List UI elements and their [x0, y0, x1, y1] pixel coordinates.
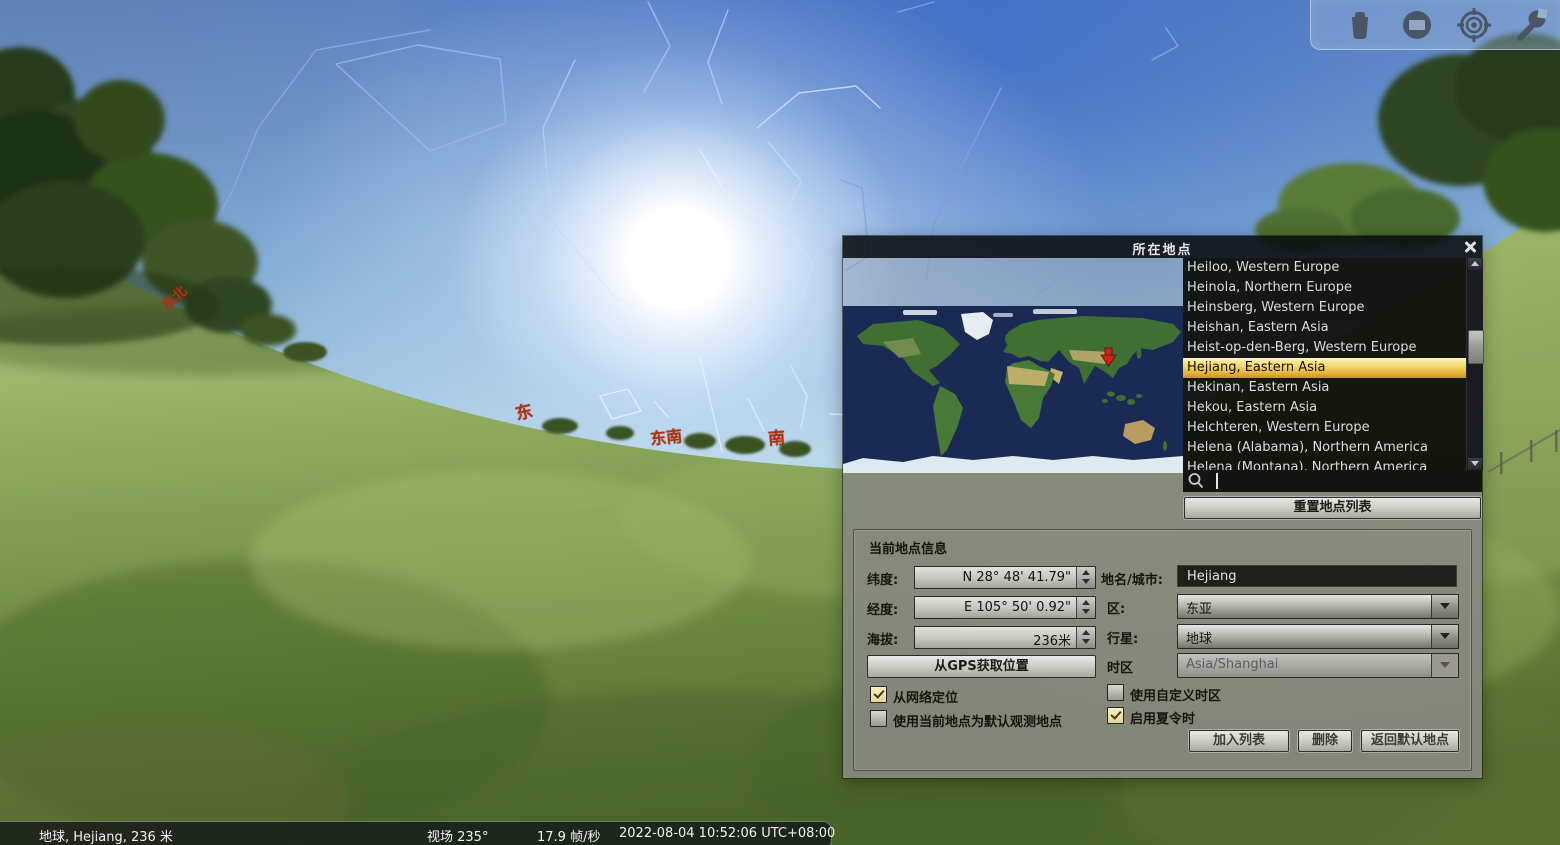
- status-location: 地球, Hejiang, 236 米: [39, 826, 173, 845]
- get-location-from-gps-button[interactable]: 从GPS获取位置: [867, 655, 1096, 678]
- top-toolbar: [1310, 0, 1560, 50]
- world-map[interactable]: [843, 306, 1183, 473]
- list-item[interactable]: Heishan, Eastern Asia: [1183, 318, 1466, 338]
- add-to-list-button[interactable]: 加入列表: [1189, 730, 1289, 752]
- list-item-selected[interactable]: Hejiang, Eastern Asia: [1183, 358, 1466, 378]
- location-list[interactable]: Heiloo, Western Europe Heinola, Northern…: [1183, 258, 1466, 470]
- checkbox-default-location[interactable]: [870, 710, 887, 727]
- list-item[interactable]: Heiloo, Western Europe: [1183, 258, 1466, 278]
- planet-label: 行星:: [1107, 628, 1138, 647]
- magnifier-icon: [1187, 472, 1205, 490]
- list-item[interactable]: Heist-op-den-Berg, Western Europe: [1183, 338, 1466, 358]
- chevron-down-icon: [1431, 654, 1458, 677]
- spin-buttons[interactable]: [1076, 597, 1095, 618]
- list-scrollbar[interactable]: [1466, 258, 1483, 470]
- chevron-down-icon[interactable]: [1431, 595, 1458, 618]
- list-item[interactable]: Helena (Alabama), Northern America: [1183, 438, 1466, 458]
- trees-left: [0, 47, 296, 346]
- altitude-label: 海拔:: [867, 629, 898, 648]
- name-city-label: 地名/城市:: [1101, 569, 1163, 588]
- reset-location-list-button[interactable]: 重置地点列表: [1184, 497, 1481, 519]
- scroll-up-icon[interactable]: [1468, 258, 1482, 270]
- status-bar: 地球, Hejiang, 236 米 视场 235° 17.9 帧/秒 2022…: [0, 821, 832, 845]
- altitude-spinbox[interactable]: 236米: [914, 626, 1096, 649]
- dialog-title: 所在地点: [843, 239, 1482, 258]
- close-icon[interactable]: [1463, 240, 1477, 254]
- checkbox-label: 从网络定位: [893, 687, 958, 706]
- altitude-value: 236米: [1033, 630, 1071, 649]
- delete-button[interactable]: 删除: [1298, 730, 1352, 752]
- planet-dropdown[interactable]: 地球: [1177, 624, 1459, 649]
- name-city-input[interactable]: Hejiang: [1177, 565, 1457, 587]
- group-title: 当前地点信息: [869, 538, 947, 557]
- checkbox-label: 启用夏令时: [1130, 708, 1195, 727]
- stellarium-app: 阳: [0, 0, 1560, 845]
- checkbox-custom-timezone[interactable]: [1107, 684, 1124, 701]
- trees-right: [1255, 33, 1560, 252]
- spin-buttons[interactable]: [1076, 627, 1095, 648]
- scroll-down-icon[interactable]: [1468, 458, 1482, 470]
- checkbox-label: 使用当前地点为默认观测地点: [893, 711, 1062, 730]
- longitude-spinbox[interactable]: E 105° 50' 0.92": [914, 596, 1096, 619]
- dialog-titlebar[interactable]: 所在地点: [843, 236, 1482, 258]
- target-crosshair-icon[interactable]: [1457, 8, 1491, 42]
- list-item[interactable]: Hekou, Eastern Asia: [1183, 398, 1466, 418]
- list-item[interactable]: Heinsberg, Western Europe: [1183, 298, 1466, 318]
- screen-panel-icon[interactable]: [1400, 8, 1434, 42]
- longitude-value: E 105° 50' 0.92": [964, 600, 1071, 615]
- planet-value: 地球: [1186, 628, 1212, 647]
- location-dialog: 所在地点: [843, 236, 1482, 778]
- scrollbar-handle[interactable]: [1468, 330, 1484, 364]
- location-search-input[interactable]: [1183, 470, 1482, 492]
- checkbox-network-locate[interactable]: [870, 686, 887, 703]
- location-marker-icon[interactable]: [1343, 8, 1377, 42]
- latitude-value: N 28° 48' 41.79": [963, 570, 1071, 585]
- list-item[interactable]: Helena (Montana), Northern America: [1183, 458, 1466, 470]
- timezone-dropdown: Asia/Shanghai: [1177, 653, 1459, 678]
- return-default-location-button[interactable]: 返回默认地点: [1361, 730, 1459, 752]
- cardinal-label-south: 南: [767, 423, 786, 449]
- latitude-spinbox[interactable]: N 28° 48' 41.79": [914, 566, 1096, 589]
- timezone-label: 时区: [1107, 657, 1133, 676]
- checkbox-daylight-saving[interactable]: [1107, 707, 1124, 724]
- latitude-label: 纬度:: [867, 569, 898, 588]
- status-fps: 17.9 帧/秒: [537, 826, 600, 845]
- map-background-band: [843, 258, 1183, 306]
- chevron-down-icon[interactable]: [1431, 625, 1458, 648]
- list-item[interactable]: Helchteren, Western Europe: [1183, 418, 1466, 438]
- region-value: 东亚: [1186, 598, 1212, 617]
- text-caret: [1216, 473, 1218, 489]
- region-dropdown[interactable]: 东亚: [1177, 594, 1459, 619]
- status-datetime: 2022-08-04 10:52:06 UTC+08:00: [619, 826, 835, 841]
- longitude-label: 经度:: [867, 599, 898, 618]
- cardinal-label-southeast: 东南: [649, 422, 683, 449]
- status-fov: 视场 235°: [427, 826, 488, 845]
- list-item[interactable]: Hekinan, Eastern Asia: [1183, 378, 1466, 398]
- timezone-value: Asia/Shanghai: [1186, 657, 1278, 672]
- wrench-icon[interactable]: [1514, 8, 1548, 42]
- list-item[interactable]: Heinola, Northern Europe: [1183, 278, 1466, 298]
- current-location-group: 当前地点信息 纬度: N 28° 48' 41.79" 经度: E 105° 5…: [853, 529, 1472, 771]
- spin-buttons[interactable]: [1076, 567, 1095, 588]
- region-label: 区:: [1107, 598, 1125, 617]
- checkbox-label: 使用自定义时区: [1130, 685, 1221, 704]
